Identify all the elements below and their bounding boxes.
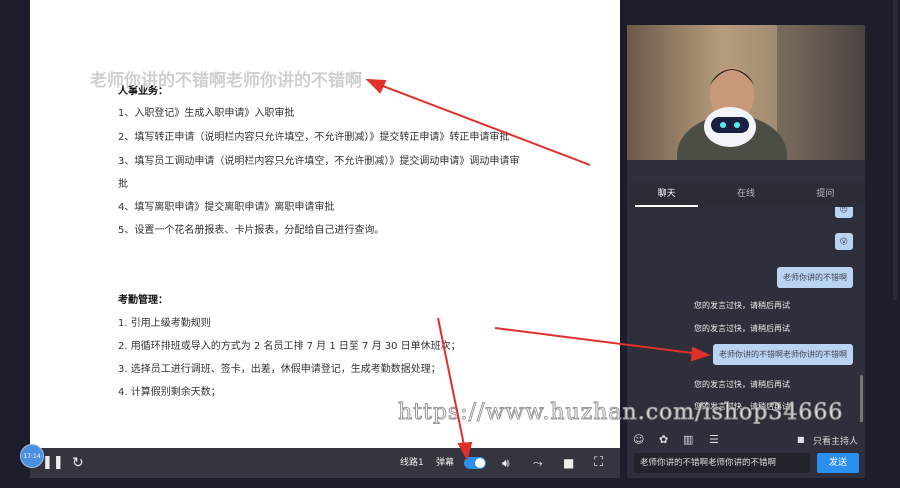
only-host-checkbox[interactable]: ■	[797, 435, 805, 444]
danmaku-toggle[interactable]	[464, 457, 486, 469]
doc-line: 2. 用循环排班或导入的方式为 2 名员工排 7 月 1 日至 7 月 30 日…	[118, 341, 461, 352]
system-message: 您的发言过快，请稍后再试	[694, 301, 790, 310]
danmaku-text: 老师你讲的不错啊老师你讲的不错啊	[90, 71, 362, 91]
doc-line: 4. 计算假别剩余天数；	[118, 387, 221, 398]
section-title: 考勤管理：	[118, 295, 168, 306]
doc-line: 3. 选择员工进行调班、签卡，出差，休假申请登记，生成考勤数据处理；	[118, 364, 441, 375]
send-button[interactable]: 发送	[817, 453, 859, 473]
refresh-icon[interactable]: ↻	[72, 448, 84, 478]
tab-questions[interactable]: 提问	[786, 183, 865, 207]
gift-icon[interactable]: ▥	[683, 433, 693, 446]
volume-icon[interactable]: 🔊︎	[502, 448, 510, 478]
notes-icon[interactable]: ☰	[709, 433, 719, 446]
flower-icon[interactable]: ✿	[659, 433, 668, 446]
chat-bubble: 老师你讲的不错啊	[777, 267, 853, 288]
teacher-video	[627, 25, 865, 195]
chat-scrollbar[interactable]	[860, 375, 863, 422]
watermark: https://www.huzhan.com/ishop34666	[397, 400, 844, 426]
doc-line: 1. 引用上级考勤规则	[118, 318, 211, 329]
camera-icon[interactable]: ■	[563, 448, 574, 478]
danmaku-label: 弹幕	[436, 458, 455, 468]
doc-line: 批	[118, 179, 128, 190]
tab-chat[interactable]: 聊天	[627, 183, 706, 207]
doc-line: 2、填写转正申请（说明栏内容只允许填空，不允许删减）》提交转正申请》转正申请审批	[118, 132, 510, 143]
video-frame-icon	[677, 25, 865, 195]
document-viewer: 人事业务： 1、入职登记》生成入职申请》入职审批 2、填写转正申请（说明栏内容只…	[30, 0, 620, 448]
chat-tabs: 聊天 在线 提问	[627, 183, 865, 207]
doc-line: 3、填写员工调动申请（说明栏内容只允许填空，不允许删减）》提交调动申请》调动申请…	[118, 156, 520, 167]
system-message: 您的发言过快，请稍后再试	[694, 380, 790, 389]
chat-toolbar: ☺ ✿ ▥ ☰ ■ 只看主持人	[627, 427, 865, 453]
line-selector[interactable]: 线路1	[400, 448, 424, 478]
fullscreen-icon[interactable]: ⛶	[594, 448, 603, 478]
doc-line: 1、入职登记》生成入职申请》入职审批	[118, 108, 295, 119]
chat-bubble: 老师你讲的不错啊老师你讲的不错啊	[713, 344, 853, 365]
doc-line: 4、填写离职申请》提交离职申请》离职申请审批	[118, 202, 335, 213]
emoji-icon[interactable]: ☺	[633, 433, 644, 446]
chat-input[interactable]: 老师你讲的不错啊老师你讲的不错啊	[634, 453, 810, 473]
emoji-message: 😮	[834, 233, 853, 250]
system-message: 您的发言过快，请稍后再试	[694, 324, 790, 333]
emoji-message: 😠	[834, 207, 853, 218]
player-control-bar: ❚❚ ↻ 线路1 弹幕 🔊︎ ⤳ ■ ⛶	[30, 448, 620, 478]
doc-line: 5、设置一个花名册报表、卡片报表，分配给自己进行查询。	[118, 225, 385, 236]
time-badge: 17:14	[20, 444, 44, 468]
chat-messages: 😠 😮 老师你讲的不错啊 您的发言过快，请稍后再试 您的发言过快，请稍后再试 老…	[627, 207, 865, 422]
pause-icon[interactable]: ❚❚	[42, 448, 64, 478]
only-host-label: 只看主持人	[813, 437, 859, 447]
signal-icon[interactable]: ⤳	[533, 448, 543, 478]
page-scrollbar[interactable]	[893, 0, 897, 300]
tab-online[interactable]: 在线	[706, 183, 785, 207]
